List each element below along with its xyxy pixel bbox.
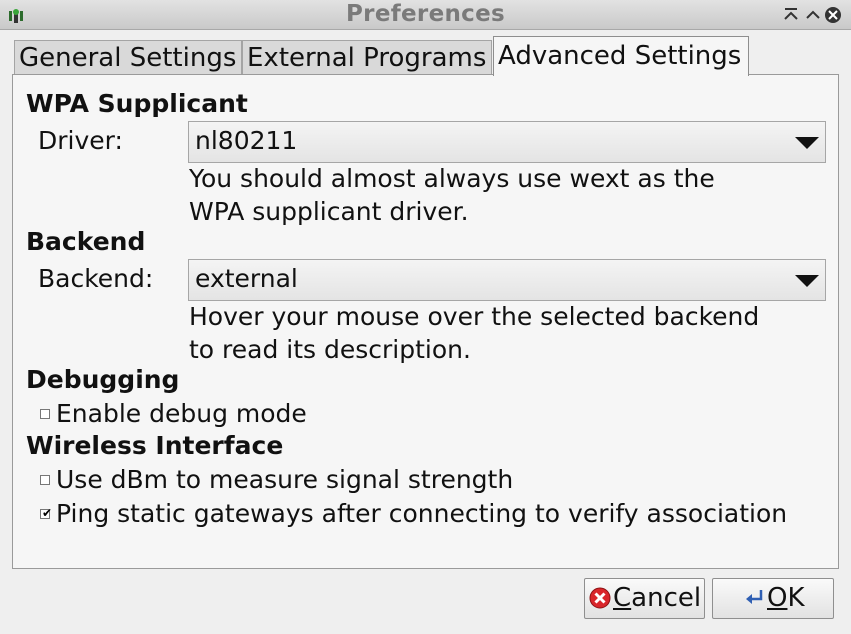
cancel-button[interactable]: Cancel: [584, 578, 705, 619]
cancel-label: Cancel: [613, 583, 701, 613]
checkbox-box[interactable]: ✔: [40, 506, 53, 520]
backend-help-line-2: to read its description.: [189, 335, 471, 364]
driver-help-text: You should almost always use wext as the…: [189, 162, 829, 228]
ok-label: OK: [767, 583, 805, 613]
driver-select[interactable]: nl80211: [188, 121, 826, 163]
keep-above-icon[interactable]: [782, 6, 800, 24]
backend-select[interactable]: external: [188, 259, 826, 301]
check-icon: ✔: [42, 506, 53, 520]
cancel-mnemonic: C: [613, 583, 632, 613]
wpa-supplicant-heading: WPA Supplicant: [26, 89, 248, 118]
chevron-down-icon: [795, 275, 819, 287]
ping-gateways-label: Ping static gateways after connecting to…: [56, 499, 788, 528]
close-icon[interactable]: [824, 6, 842, 24]
backend-label: Backend:: [38, 264, 154, 293]
ok-button[interactable]: OK: [712, 578, 834, 619]
use-dbm-label: Use dBm to measure signal strength: [56, 465, 514, 494]
debugging-heading: Debugging: [26, 365, 180, 394]
driver-label: Driver:: [38, 126, 123, 155]
wireless-interface-heading: Wireless Interface: [26, 431, 284, 460]
ok-label-rest: K: [787, 583, 805, 613]
backend-help-line-1: Hover your mouse over the selected backe…: [189, 302, 760, 331]
maximize-icon[interactable]: [804, 6, 822, 24]
tab-general-settings[interactable]: General Settings: [14, 40, 242, 74]
title-bar[interactable]: Preferences: [0, 0, 851, 30]
checkbox-box[interactable]: [40, 475, 50, 485]
enable-debug-label: Enable debug mode: [56, 399, 307, 428]
driver-help-line-1: You should almost always use wext as the: [189, 164, 715, 193]
checkbox-box[interactable]: [40, 409, 50, 419]
cancel-icon: [589, 587, 611, 609]
window-title: Preferences: [346, 1, 505, 27]
backend-heading: Backend: [26, 227, 146, 256]
backend-select-value: external: [195, 264, 298, 293]
ok-mnemonic: O: [767, 583, 788, 613]
chevron-down-icon: [795, 137, 819, 149]
backend-help-text: Hover your mouse over the selected backe…: [189, 300, 829, 366]
tab-external-programs[interactable]: External Programs: [242, 40, 492, 74]
driver-select-value: nl80211: [195, 126, 298, 155]
ok-icon: [746, 590, 763, 604]
cancel-label-rest: ancel: [631, 583, 702, 613]
driver-help-line-2: WPA supplicant driver.: [189, 197, 469, 226]
tab-advanced-settings[interactable]: Advanced Settings: [493, 36, 749, 76]
